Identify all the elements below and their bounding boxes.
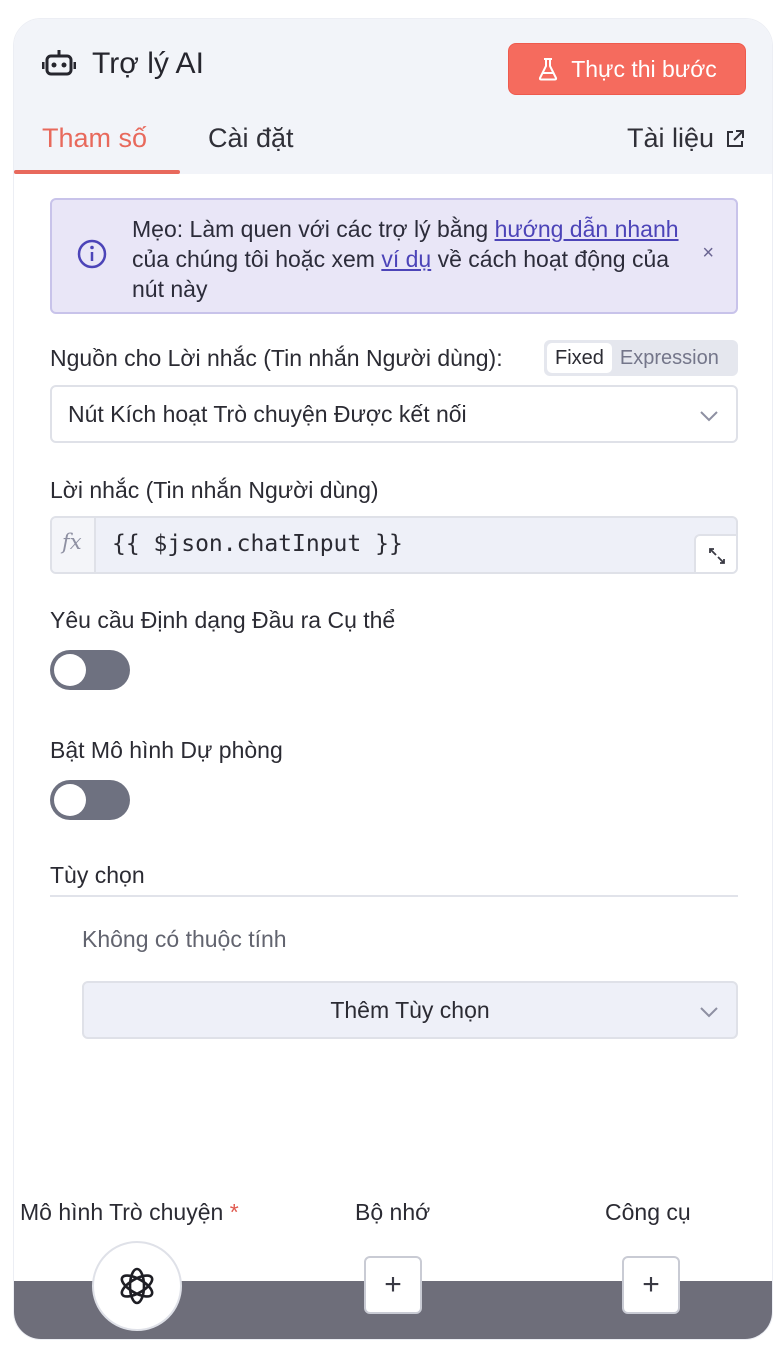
tip-text: Mẹo: Làm quen với các trợ lý bằng hướng … — [132, 214, 692, 304]
options-label: Tùy chọn — [50, 862, 145, 888]
add-option-label: Thêm Tùy chọn — [330, 997, 490, 1023]
memory-label: Bộ nhớ — [355, 1199, 431, 1225]
quickstart-link[interactable]: hướng dẫn nhanh — [495, 216, 679, 242]
prompt-source-select[interactable]: Nút Kích hoạt Trò chuyện Được kết nối — [50, 385, 738, 443]
output-format-label: Yêu cầu Định dạng Đầu ra Cụ thể — [50, 607, 396, 633]
fallback-model-switch[interactable] — [50, 780, 130, 820]
ai-agent-panel: Trợ lý AI Thực thi bước Tham số Cài đặt … — [13, 18, 773, 1340]
robot-icon — [42, 50, 76, 76]
mode-fixed[interactable]: Fixed — [547, 343, 612, 373]
chat-model-node[interactable] — [92, 1241, 182, 1331]
required-mark: * — [229, 1199, 239, 1225]
mode-expression[interactable]: Expression — [612, 343, 727, 373]
run-step-label: Thực thi bước — [571, 55, 717, 82]
panel-header: Trợ lý AI Thực thi bước Tham số Cài đặt … — [14, 19, 772, 174]
close-icon[interactable]: × — [702, 242, 714, 265]
openai-icon — [120, 1267, 154, 1305]
active-tab-indicator — [14, 170, 180, 174]
switch-knob — [54, 654, 86, 686]
add-memory-button[interactable]: + — [364, 1256, 422, 1314]
page-title: Trợ lý AI — [92, 47, 204, 80]
tools-label: Công cụ — [605, 1199, 691, 1225]
flask-icon — [539, 58, 558, 81]
plus-icon: + — [384, 1268, 402, 1301]
docs-label: Tài liệu — [626, 123, 714, 153]
prompt-source-value: Nút Kích hoạt Trò chuyện Được kết nối — [68, 401, 467, 427]
title-row: Trợ lý AI — [42, 47, 204, 81]
plus-icon: + — [642, 1268, 660, 1301]
prompt-source-label: Nguồn cho Lời nhắc (Tin nhắn Người dùng)… — [50, 345, 503, 371]
tip-text-prefix: Mẹo: Làm quen với các trợ lý bằng — [132, 216, 495, 242]
fx-badge: fx — [52, 518, 96, 572]
fallback-model-label: Bật Mô hình Dự phòng — [50, 737, 283, 763]
options-divider — [50, 895, 738, 897]
tip-banner: Mẹo: Làm quen với các trợ lý bằng hướng … — [50, 198, 738, 314]
tip-text-middle: của chúng tôi hoặc xem — [132, 246, 382, 272]
prompt-expression-input[interactable]: fx {{ $json.chatInput }} — [50, 516, 738, 574]
expand-editor-button[interactable] — [694, 534, 736, 572]
add-option-button[interactable]: Thêm Tùy chọn — [82, 981, 738, 1039]
chat-model-label-text: Mô hình Trò chuyện — [20, 1199, 224, 1225]
info-icon — [77, 239, 107, 269]
chat-model-label: Mô hình Trò chuyện * — [20, 1199, 239, 1226]
fx-icon: fx — [62, 530, 82, 554]
prompt-source-label-text: Nguồn cho Lời nhắc (Tin nhắn Người dùng) — [50, 345, 497, 371]
example-link[interactable]: ví dụ — [381, 246, 431, 272]
tab-settings[interactable]: Cài đặt — [208, 123, 294, 154]
docs-link[interactable]: Tài liệu — [627, 123, 746, 154]
output-format-switch[interactable] — [50, 650, 130, 690]
switch-knob — [54, 784, 86, 816]
prompt-label: Lời nhắc (Tin nhắn Người dùng) — [50, 477, 379, 503]
fixed-expression-toggle: Fixed Expression — [544, 340, 738, 376]
tab-parameters[interactable]: Tham số — [42, 123, 147, 154]
external-link-icon — [727, 129, 744, 147]
prompt-expression-value: {{ $json.chatInput }} — [112, 531, 403, 557]
no-properties-text: Không có thuộc tính — [82, 926, 287, 952]
chevron-down-icon — [700, 1007, 718, 1018]
run-step-button[interactable]: Thực thi bước — [508, 43, 746, 95]
tab-bar: Tham số Cài đặt Tài liệu — [14, 119, 772, 174]
expand-icon — [709, 548, 725, 564]
chevron-down-icon — [700, 411, 718, 422]
add-tool-button[interactable]: + — [622, 1256, 680, 1314]
